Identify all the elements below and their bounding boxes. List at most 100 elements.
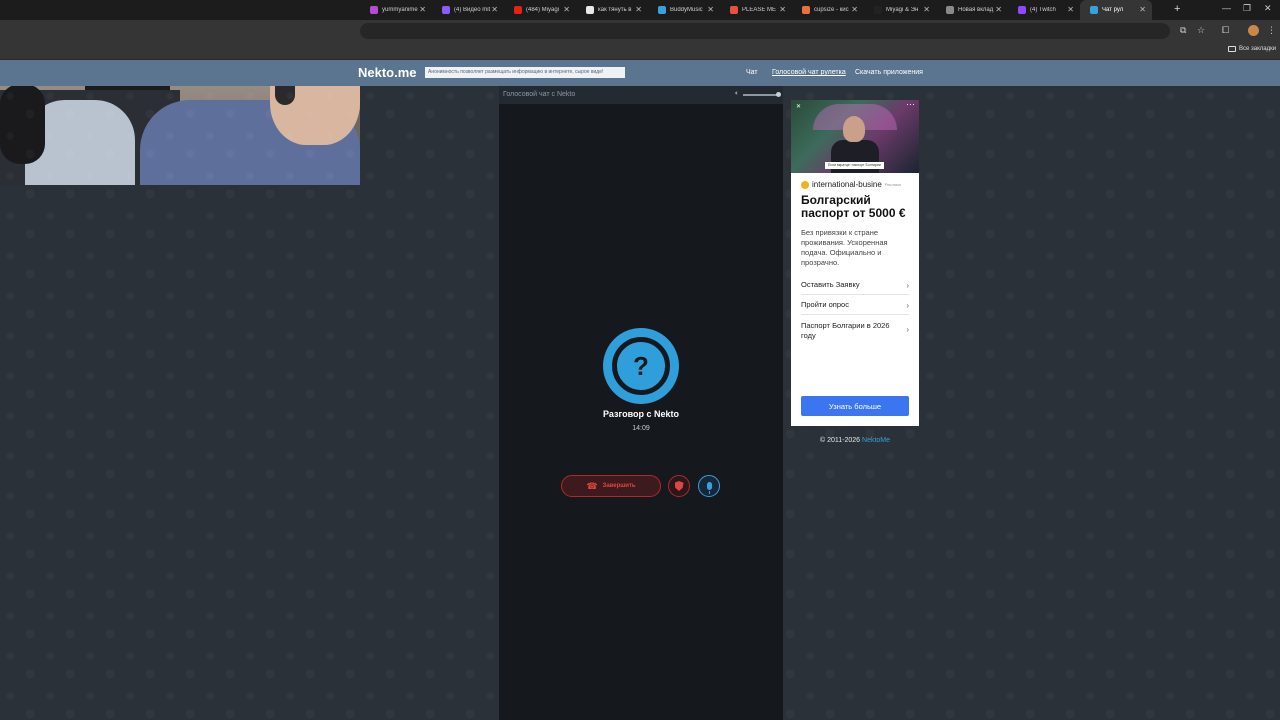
site-notice: Анонимность позволяет размещать информац… (425, 67, 625, 78)
browser-tab[interactable]: Новая вклад ✕ (936, 0, 1008, 20)
extensions-icon[interactable]: ⧠ (1222, 25, 1229, 36)
tab-close-icon[interactable]: ✕ (995, 5, 1002, 15)
chevron-right-icon: › (906, 301, 909, 310)
end-call-button[interactable]: ☎ Завершить (561, 475, 661, 497)
bookmark-star-icon[interactable]: ☆ (1197, 25, 1205, 36)
ad-link-label: Оставить Заявку (801, 280, 860, 289)
ad-link-apply[interactable]: Оставить Заявку › (801, 280, 909, 290)
partner-avatar: ? (603, 328, 679, 404)
tab-title: (484) Miyagi (526, 7, 560, 13)
tab-close-icon[interactable]: ✕ (563, 5, 570, 15)
ad-source-icon (801, 180, 809, 189)
tab-close-icon[interactable]: ✕ (923, 5, 930, 15)
new-tab-icon[interactable]: + (1174, 3, 1180, 15)
menu-icon[interactable]: ⋮ (1267, 25, 1276, 36)
tab-favicon-icon (946, 6, 954, 14)
nav-chat[interactable]: Чат (746, 69, 758, 76)
ad-source-name: international-busine (812, 180, 882, 189)
tab-favicon-icon (586, 6, 594, 14)
browser-tab[interactable]: Miyagi & Эн ✕ (864, 0, 936, 20)
tab-favicon-icon (1018, 6, 1026, 14)
question-mark-icon: ? (612, 337, 670, 395)
ad-more-icon[interactable]: ··· (906, 100, 915, 109)
chevron-right-icon: › (906, 281, 909, 290)
chat-title: Голосовой чат с Nekto (503, 91, 576, 98)
browser-tab[interactable]: (4) Twitch ✕ (1008, 0, 1080, 20)
partner-name: Разговор с Nekto (602, 409, 680, 419)
all-bookmarks-button[interactable]: Все закладки (1228, 46, 1276, 52)
tab-title: (4) Видео mit (454, 7, 491, 13)
bookmarks-bar: Все закладки (0, 42, 1280, 60)
advertisement[interactable]: Если вкратце: паспорт Болгарии ✕ ··· int… (791, 100, 919, 426)
browser-tab[interactable]: как тянуть в ✕ (576, 0, 648, 20)
browser-tab[interactable]: (484) Miyagi ✕ (504, 0, 576, 20)
tab-title: yummyanime (382, 7, 418, 13)
site-header: Nekto.me Анонимность позволяет размещать… (0, 60, 1280, 86)
tab-favicon-icon (658, 6, 666, 14)
tab-favicon-icon (1090, 6, 1098, 14)
copyright-text: © 2011-2026 (820, 437, 861, 444)
ad-label: Реклама (884, 182, 901, 187)
browser-tabstrip: yummyanime ✕ (4) Видео mit ✕ (484) Miyagi ✕ ка… (0, 0, 1280, 20)
ad-title[interactable]: Болгарский паспорт от 5000 € (801, 194, 913, 220)
microphone-button[interactable] (698, 475, 720, 497)
volume-icon[interactable]: 🔈︎ (735, 90, 739, 98)
report-button[interactable] (668, 475, 690, 497)
close-window-icon[interactable]: ✕ (1264, 3, 1272, 14)
tab-close-icon[interactable]: ✕ (851, 5, 858, 15)
call-timer: 14:09 (632, 425, 650, 432)
tab-title: Miyagi & Эн (886, 7, 919, 13)
tab-title: BuddyMusic (670, 7, 703, 13)
tab-close-icon[interactable]: ✕ (779, 5, 786, 15)
browser-tab[interactable]: yummyanime ✕ (360, 0, 432, 20)
tab-title: cupsize - кис (814, 7, 849, 13)
browser-tab[interactable]: (4) Видео mit ✕ (432, 0, 504, 20)
ad-description: Без привязки к стране проживания. Ускоре… (801, 228, 888, 267)
ad-cta-button[interactable]: Узнать больше (801, 396, 909, 416)
tab-favicon-icon (370, 6, 378, 14)
maximize-icon[interactable]: ❐ (1243, 3, 1251, 14)
chat-topbar: Голосовой чат с Nekto 🔈︎ (499, 86, 783, 104)
volume-slider[interactable] (743, 94, 779, 96)
browser-tab[interactable]: cupsize - кис ✕ (792, 0, 864, 20)
end-call-label: Завершить (602, 483, 636, 489)
tab-favicon-icon (514, 6, 522, 14)
nav-voice-chat[interactable]: Голосовой чат рулетка (772, 69, 846, 76)
tab-favicon-icon (802, 6, 810, 14)
ad-link-label: Паспорт Болгарии в 2026 году (801, 321, 890, 340)
browser-toolbar: ⧉ ☆ ⧠ ⋮ (0, 20, 1280, 42)
browser-tab[interactable]: Чат рул ✕ (1080, 0, 1152, 20)
tab-close-icon[interactable]: ✕ (707, 5, 714, 15)
browser-tab[interactable]: PLEASE ME ✕ (720, 0, 792, 20)
tab-title: (4) Twitch (1030, 7, 1056, 13)
profile-avatar[interactable] (1248, 25, 1259, 36)
tab-title: Новая вклад (958, 7, 994, 13)
tab-favicon-icon (442, 6, 450, 14)
tab-favicon-icon (730, 6, 738, 14)
site-logo[interactable]: Nekto.me (358, 65, 417, 80)
tab-close-icon[interactable]: ✕ (419, 5, 426, 15)
browser-tab[interactable]: BuddyMusic ✕ (648, 0, 720, 20)
hangup-phone-icon: ☎ (586, 480, 598, 491)
nav-download-apps[interactable]: Скачать приложения (855, 69, 923, 76)
divider (801, 314, 909, 315)
all-bookmarks-label: Все закладки (1239, 46, 1277, 52)
ad-link-survey[interactable]: Пройти опрос › (801, 300, 909, 310)
address-bar[interactable] (360, 23, 1170, 39)
ad-image-caption: Если вкратце: паспорт Болгарии (825, 162, 884, 169)
tab-title: Чат рул (1102, 7, 1124, 13)
tab-title: PLEASE ME (742, 7, 777, 13)
tab-close-icon[interactable]: ✕ (635, 5, 642, 15)
volume-slider-handle[interactable] (776, 92, 781, 97)
ad-link-passport[interactable]: Паспорт Болгарии в 2026 году › (801, 321, 909, 340)
footer-brand-link[interactable]: NektoMe (862, 437, 890, 444)
ad-image[interactable]: Если вкратце: паспорт Болгарии ✕ ··· (791, 100, 919, 173)
tab-close-icon[interactable]: ✕ (1067, 5, 1074, 15)
cast-icon[interactable]: ⧉ (1180, 25, 1186, 36)
chevron-right-icon: › (906, 325, 909, 334)
tab-close-icon[interactable]: ✕ (491, 5, 498, 15)
ad-source[interactable]: international-busine Реклама (801, 180, 915, 189)
tab-close-icon[interactable]: ✕ (1139, 5, 1146, 15)
minimize-icon[interactable]: — (1222, 3, 1231, 13)
divider (801, 294, 909, 295)
